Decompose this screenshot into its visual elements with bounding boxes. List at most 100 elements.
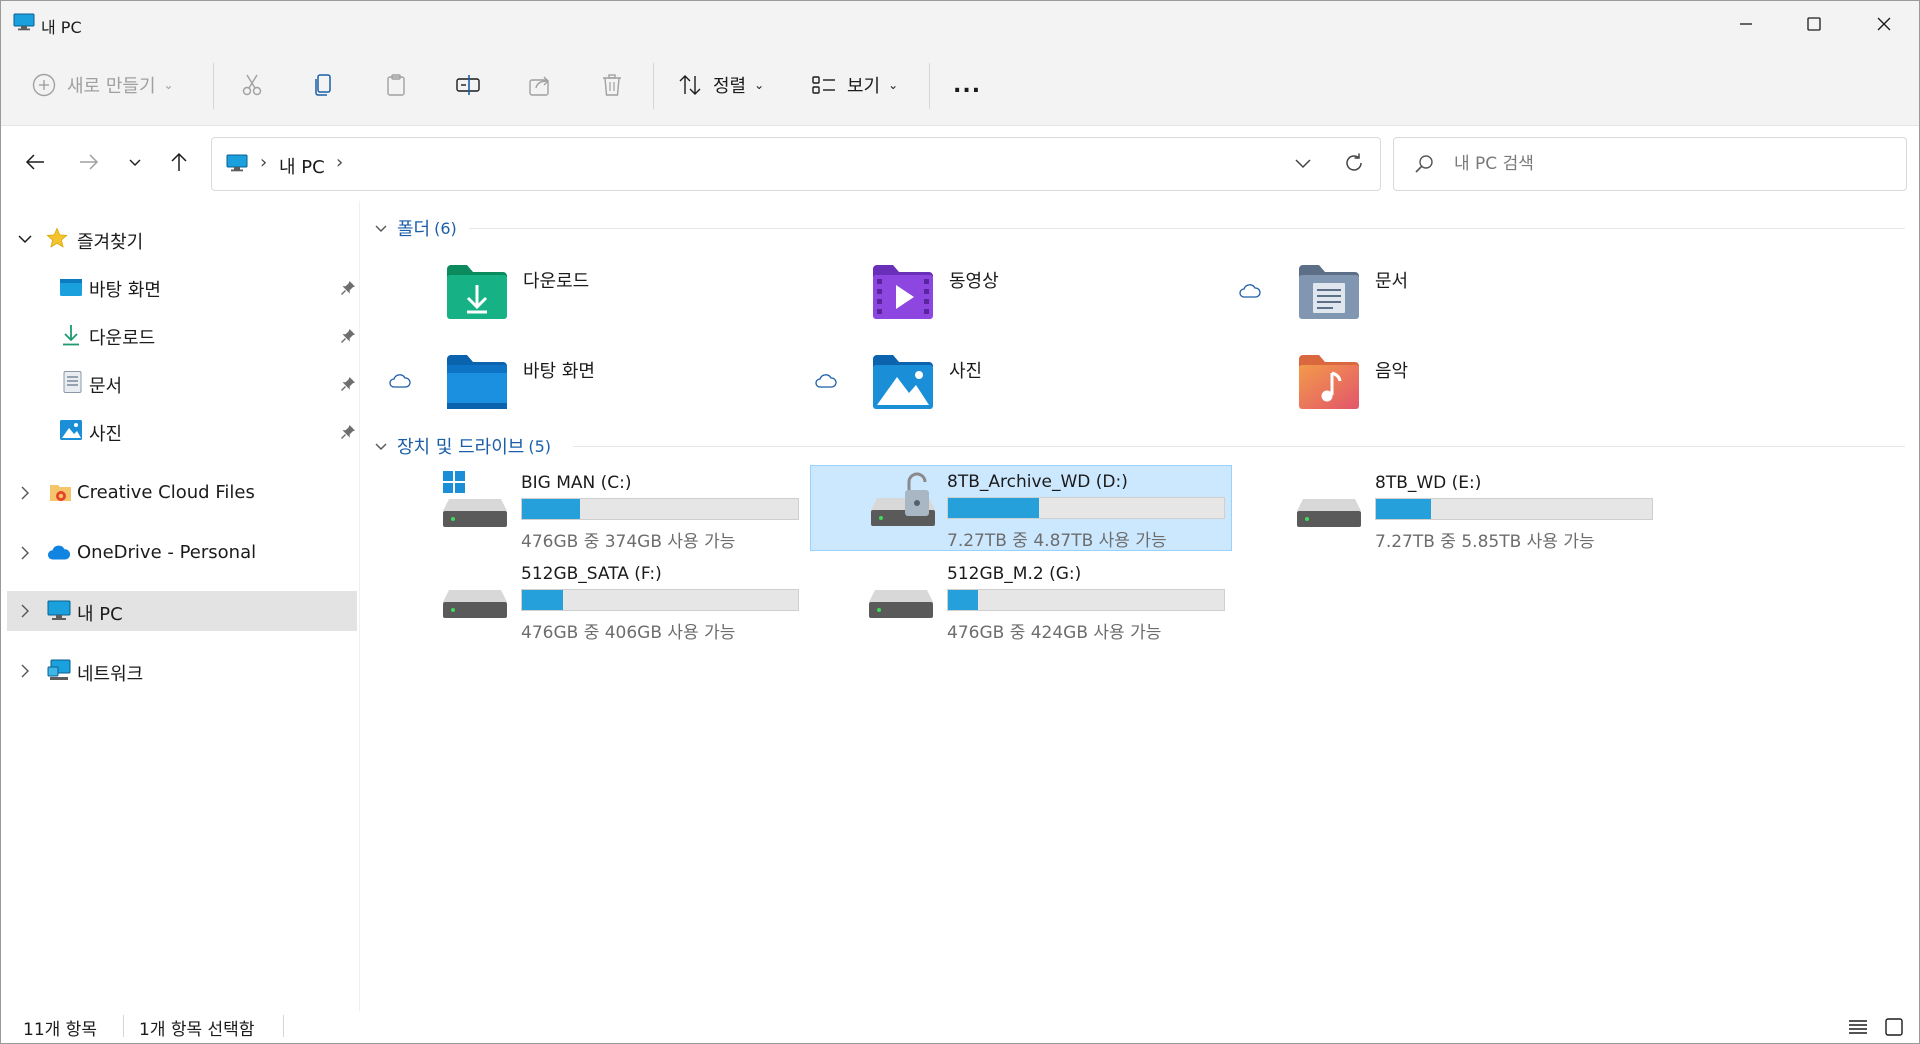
chevron-down-icon — [375, 225, 387, 232]
status-selected-count: 1개 항목 선택함 — [139, 1020, 255, 1040]
breadcrumb-this-pc[interactable]: 내 PC — [279, 153, 325, 179]
view-button[interactable]: 보기 ⌄ — [811, 65, 898, 105]
address-bar[interactable]: › 내 PC › — [211, 137, 1381, 191]
trash-icon — [603, 74, 621, 96]
cloud-sync-icon — [1239, 284, 1261, 298]
chevron-down-icon — [129, 159, 141, 166]
folder-tile-desktop[interactable]: 바탕 화면 — [445, 353, 865, 433]
folder-tile-videos[interactable]: 동영상 — [871, 263, 1291, 343]
pc-icon — [226, 154, 248, 172]
sidebar-item-label: 내 PC — [77, 604, 123, 625]
sidebar-item-label: 바탕 화면 — [89, 280, 161, 301]
windows-drive-icon — [443, 471, 507, 527]
sort-button-label: 정렬 — [713, 76, 747, 97]
rename-icon — [456, 75, 480, 95]
scissors-icon — [242, 74, 262, 96]
section-divider — [469, 228, 1905, 229]
chevron-right-icon[interactable] — [15, 483, 35, 503]
folders-section-header[interactable]: 폴더 (6) — [373, 215, 457, 241]
drive-free-space: 476GB 중 424GB 사용 가능 — [947, 623, 1162, 643]
drive-name: 8TB_Archive_WD (D:) — [947, 472, 1128, 492]
search-input[interactable] — [1452, 150, 1886, 178]
chevron-right-icon[interactable] — [15, 601, 35, 621]
folder-name: 사진 — [949, 361, 983, 382]
document-icon — [63, 371, 82, 393]
minimize-icon — [1740, 23, 1752, 25]
title-bar: 내 PC — [1, 1, 1919, 47]
forward-button[interactable] — [71, 144, 107, 180]
clipboard-icon — [387, 74, 405, 96]
chevron-down-icon: ⌄ — [888, 78, 899, 92]
network-icon — [47, 659, 71, 680]
back-button[interactable] — [17, 144, 53, 180]
maximize-button[interactable] — [1779, 1, 1849, 47]
breadcrumb-separator[interactable]: › — [336, 152, 343, 173]
recent-locations-button[interactable] — [117, 144, 153, 180]
folder-tile-pictures[interactable]: 사진 — [871, 353, 1291, 433]
window-title: 내 PC — [41, 18, 82, 37]
pin-icon — [341, 281, 355, 295]
close-button[interactable] — [1849, 1, 1919, 47]
search-box[interactable] — [1393, 137, 1907, 191]
more-options-button[interactable]: ... — [953, 65, 981, 105]
drive-icon — [1297, 499, 1361, 527]
sidebar-item-this-pc[interactable]: 내 PC — [7, 591, 357, 631]
address-history-chevron-icon[interactable] — [1292, 152, 1314, 174]
chevron-down-icon[interactable] — [15, 229, 35, 249]
videos-folder-icon — [873, 265, 933, 319]
large-icons-view-icon[interactable] — [1883, 1016, 1905, 1038]
folder-tile-documents[interactable]: 문서 — [1297, 263, 1717, 343]
sidebar-item-creative-cloud-files[interactable]: Creative Cloud Files — [7, 473, 357, 513]
sidebar-item-label: 즐겨찾기 — [77, 232, 144, 253]
rename-button[interactable] — [455, 65, 481, 105]
pane-divider[interactable] — [359, 201, 360, 1011]
documents-folder-icon — [1299, 265, 1359, 319]
drive-usage-bar — [521, 498, 799, 520]
sidebar-item-downloads[interactable]: 다운로드 — [7, 315, 357, 355]
drives-section-header[interactable]: 장치 및 드라이브 (5) — [373, 433, 551, 459]
copy-icon — [315, 74, 331, 96]
cut-button[interactable] — [239, 65, 265, 105]
drive-icon — [443, 590, 507, 618]
chevron-right-icon[interactable] — [15, 543, 35, 563]
section-divider — [573, 446, 1905, 447]
chevron-right-icon[interactable] — [15, 661, 35, 681]
drive-tile-f[interactable]: 512GB_SATA (F:) 476GB 중 406GB 사용 가능 — [443, 558, 863, 643]
paste-button[interactable] — [383, 65, 409, 105]
refresh-icon[interactable] — [1342, 151, 1366, 175]
minimize-button[interactable] — [1711, 1, 1781, 47]
sidebar-item-pictures[interactable]: 사진 — [7, 411, 357, 451]
drive-tile-c[interactable]: BIG MAN (C:) 476GB 중 374GB 사용 가능 — [443, 467, 863, 552]
share-icon — [529, 76, 549, 96]
new-button-label: 새로 만들기 — [67, 76, 156, 97]
status-separator — [283, 1015, 284, 1037]
drive-usage-bar — [1375, 498, 1653, 520]
sidebar-item-desktop[interactable]: 바탕 화면 — [7, 267, 357, 307]
drive-tile-g[interactable]: 512GB_M.2 (G:) 476GB 중 424GB 사용 가능 — [869, 558, 1289, 643]
share-button[interactable] — [527, 65, 553, 105]
copy-button[interactable] — [311, 65, 337, 105]
details-view-icon[interactable] — [1847, 1016, 1869, 1038]
folder-tile-downloads[interactable]: 다운로드 — [445, 263, 865, 343]
drive-tile-e[interactable]: 8TB_WD (E:) 7.27TB 중 5.85TB 사용 가능 — [1297, 467, 1717, 552]
folder-tile-music[interactable]: 음악 — [1297, 353, 1717, 433]
view-list-icon — [812, 76, 835, 94]
new-button[interactable]: 새로 만들기 ⌄ — [31, 65, 174, 105]
drive-usage-fill — [522, 499, 580, 519]
sidebar-item-network[interactable]: 네트워크 — [7, 651, 357, 691]
sidebar-item-documents[interactable]: 문서 — [7, 363, 357, 403]
breadcrumb-separator[interactable]: › — [260, 152, 267, 173]
up-button[interactable] — [161, 144, 197, 180]
drive-tile-d[interactable]: 8TB_Archive_WD (D:) 7.27TB 중 4.87TB 사용 가… — [810, 465, 1232, 551]
sidebar-item-onedrive[interactable]: OneDrive - Personal — [7, 533, 357, 573]
drive-usage-bar — [521, 589, 799, 611]
sort-button[interactable]: 정렬 ⌄ — [677, 65, 764, 105]
status-bar: 11개 항목 1개 항목 선택함 — [1, 1011, 1919, 1043]
view-button-label: 보기 — [847, 76, 881, 97]
folder-name: 동영상 — [949, 271, 999, 292]
cloud-sync-icon — [815, 374, 837, 388]
sidebar-item-favorites[interactable]: 즐겨찾기 — [7, 219, 357, 259]
status-separator — [123, 1015, 124, 1037]
delete-button[interactable] — [599, 65, 625, 105]
download-arrow-icon — [63, 325, 79, 346]
